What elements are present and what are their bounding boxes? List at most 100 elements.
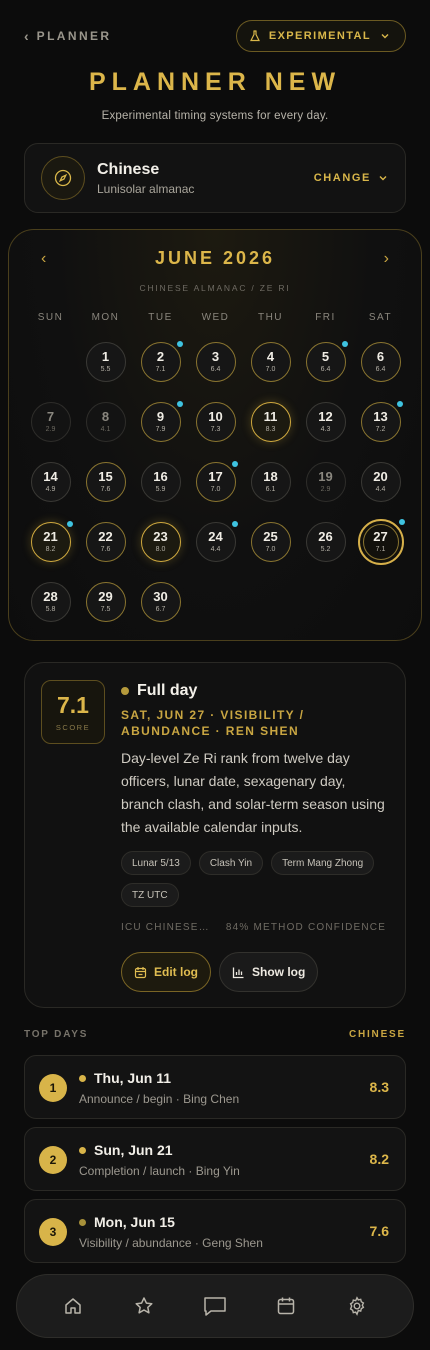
chevron-down-icon (381, 34, 389, 39)
day-score: 7.6 (100, 486, 111, 493)
calendar-day[interactable]: 21 8.2 (30, 521, 73, 562)
calendar-day[interactable]: 7 2.9 (30, 402, 71, 442)
calendar-day[interactable]: 9 7.9 (140, 401, 183, 442)
empty-cell (23, 342, 78, 402)
chat-icon[interactable] (193, 1284, 237, 1328)
calendar-day[interactable]: 24 4.4 (195, 521, 238, 562)
day-score: 5.9 (155, 486, 166, 493)
weekday-label: SUN (37, 312, 64, 323)
calendar-day[interactable]: 4 7.0 (250, 342, 291, 382)
calendar-day[interactable]: 15 7.6 (85, 462, 126, 502)
calendar-cell: 17 7.0 (188, 461, 243, 522)
calendar-month: JUNE 2026 (154, 248, 276, 268)
change-label: CHANGE (313, 172, 371, 184)
calendar-day[interactable]: 3 6.4 (195, 342, 236, 382)
show-log-button[interactable]: Show log (219, 952, 319, 992)
calendar-day[interactable]: 29 7.5 (85, 582, 126, 622)
rank-badge: 2 (39, 1146, 67, 1174)
top-day-score: 8.3 (369, 1079, 389, 1095)
calendar-day[interactable]: 11 8.3 (250, 402, 291, 442)
day-score: 7.0 (265, 546, 276, 553)
calendar-day[interactable]: 17 7.0 (195, 461, 238, 502)
system-card: Chinese Lunisolar almanac CHANGE (24, 143, 406, 213)
day-number: 29 (98, 589, 113, 604)
bar-chart-icon (232, 967, 244, 978)
calendar-day[interactable]: 6 6.4 (360, 342, 401, 382)
day-number: 5 (321, 349, 330, 364)
calendar-cell: 26 5.2 (298, 522, 353, 582)
top-day-date: Sun, Jun 21 (94, 1142, 173, 1158)
calendar-day[interactable]: 8 4.1 (85, 402, 126, 442)
settings-icon[interactable] (335, 1284, 379, 1328)
calendar-day[interactable]: 23 8.0 (140, 522, 181, 562)
event-dot-icon (176, 401, 183, 407)
calendar-day[interactable]: 18 6.1 (250, 462, 291, 502)
day-score: 4.9 (45, 486, 56, 493)
back-label: PLANNER (36, 29, 112, 43)
calendar-day[interactable]: 13 7.2 (360, 401, 403, 442)
next-month-button[interactable]: › (384, 250, 389, 268)
day-number: 6 (376, 349, 385, 364)
calendar-cell: 30 6.7 (133, 582, 188, 642)
day-number: 18 (263, 469, 278, 484)
calendar-icon[interactable] (264, 1284, 308, 1328)
experimental-label: EXPERIMENTAL (268, 30, 371, 42)
day-score: 7.2 (375, 426, 386, 433)
calendar-day[interactable]: 30 6.7 (140, 582, 181, 622)
day-number: 30 (153, 589, 168, 604)
top-day-row[interactable]: 3 Mon, Jun 15 Visibility / abundance · G… (24, 1199, 406, 1263)
experimental-dropdown[interactable]: EXPERIMENTAL (235, 20, 406, 52)
calendar-cell: 12 4.3 (298, 402, 353, 462)
weekday-label: THU (257, 312, 284, 323)
day-score: 8.3 (265, 426, 276, 433)
calendar-day[interactable]: 19 2.9 (305, 462, 346, 502)
calendar-cell: 23 8.0 (133, 522, 188, 582)
calendar-cell: 27 7.1 (353, 519, 408, 582)
day-number: 19 (318, 469, 333, 484)
status-dot-icon (121, 687, 129, 695)
calendar-cell: 11 8.3 (243, 402, 298, 462)
chevron-down-icon (379, 176, 387, 181)
edit-log-button[interactable]: Edit log (121, 952, 211, 992)
bottom-nav (16, 1274, 414, 1338)
calendar-cell: 2 7.1 (133, 341, 188, 402)
method-confidence: 84% METHOD CONFIDENCE (225, 922, 387, 933)
top-day-row[interactable]: 1 Thu, Jun 11 Announce / begin · Bing Ch… (24, 1055, 406, 1119)
change-system-button[interactable]: CHANGE (314, 172, 389, 184)
top-days-header: TOP DAYS CHINESE (24, 1029, 406, 1040)
calendar-day[interactable]: 27 7.1 (357, 519, 405, 565)
calendar-cell: 10 7.3 (188, 402, 243, 462)
day-score: 2.9 (45, 426, 56, 433)
day-number: 17 (208, 469, 223, 484)
calendar-day[interactable]: 22 7.6 (85, 522, 126, 562)
calendar-day[interactable]: 1 5.5 (85, 342, 126, 382)
event-dot-icon (66, 521, 73, 527)
calendar-day[interactable]: 28 5.8 (30, 582, 71, 622)
day-number: 24 (208, 529, 223, 544)
day-number: 2 (156, 349, 165, 364)
detail-title-text: Full day (137, 682, 198, 699)
tag-list: Lunar 5/13 Clash Yin Term Mang Zhong TZ … (121, 851, 395, 907)
rank-badge: 3 (39, 1218, 67, 1246)
method-line: ICU CHINESE… 84% METHOD CONFIDENCE (121, 922, 395, 933)
top-day-row[interactable]: 2 Sun, Jun 21 Completion / launch · Bing… (24, 1127, 406, 1191)
calendar-day[interactable]: 25 7.0 (250, 522, 291, 562)
calendar-cell: 25 7.0 (243, 522, 298, 582)
calendar-day[interactable]: 14 4.9 (30, 462, 71, 502)
star-icon[interactable] (122, 1284, 166, 1328)
calendar-day[interactable]: 26 5.2 (305, 522, 346, 562)
calendar-day[interactable]: 12 4.3 (305, 402, 346, 442)
calendar-day[interactable]: 20 4.4 (360, 462, 401, 502)
calendar-day[interactable]: 10 7.3 (195, 402, 236, 442)
calendar-day[interactable]: 5 6.4 (305, 341, 348, 382)
detail-title: Full day (121, 682, 197, 700)
day-score: 6.4 (375, 366, 386, 373)
back-button[interactable]: ‹ PLANNER (24, 28, 111, 44)
calendar-cell: 29 7.5 (78, 582, 133, 642)
calendar-day[interactable]: 16 5.9 (140, 462, 181, 502)
day-number: 7 (46, 409, 55, 424)
tag-chip: Lunar 5/13 (121, 851, 191, 875)
home-icon[interactable] (51, 1284, 95, 1328)
calendar-day[interactable]: 2 7.1 (140, 341, 183, 382)
top-day-description: Completion / launch · Bing Yin (79, 1164, 240, 1178)
